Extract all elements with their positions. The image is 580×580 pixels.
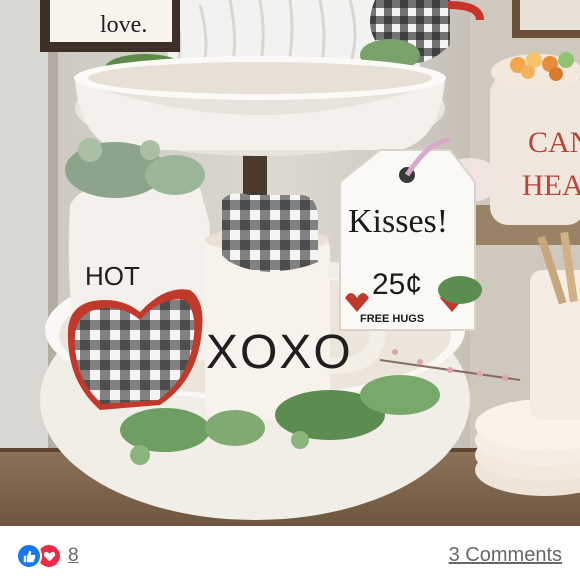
post-footer: 8 3 Comments [0, 526, 580, 580]
canister-text-1: CAN [528, 126, 580, 159]
mug-text: XOXO [206, 326, 353, 379]
love-sign-text: love. [100, 12, 147, 38]
reaction-count[interactable]: 8 [68, 545, 79, 567]
tag-price: 25¢ [372, 268, 422, 301]
canister-text-2: HEAR [522, 169, 580, 202]
pitcher-text: HOT [85, 261, 140, 291]
like-icon [16, 543, 42, 569]
tag-title: Kisses! [348, 203, 448, 240]
reactions-summary[interactable]: 8 [16, 543, 79, 569]
post-photo[interactable]: CAN HEAR love. [0, 0, 580, 526]
tag-footer: FREE HUGS [360, 313, 424, 325]
comments-link[interactable]: 3 Comments [449, 544, 562, 567]
